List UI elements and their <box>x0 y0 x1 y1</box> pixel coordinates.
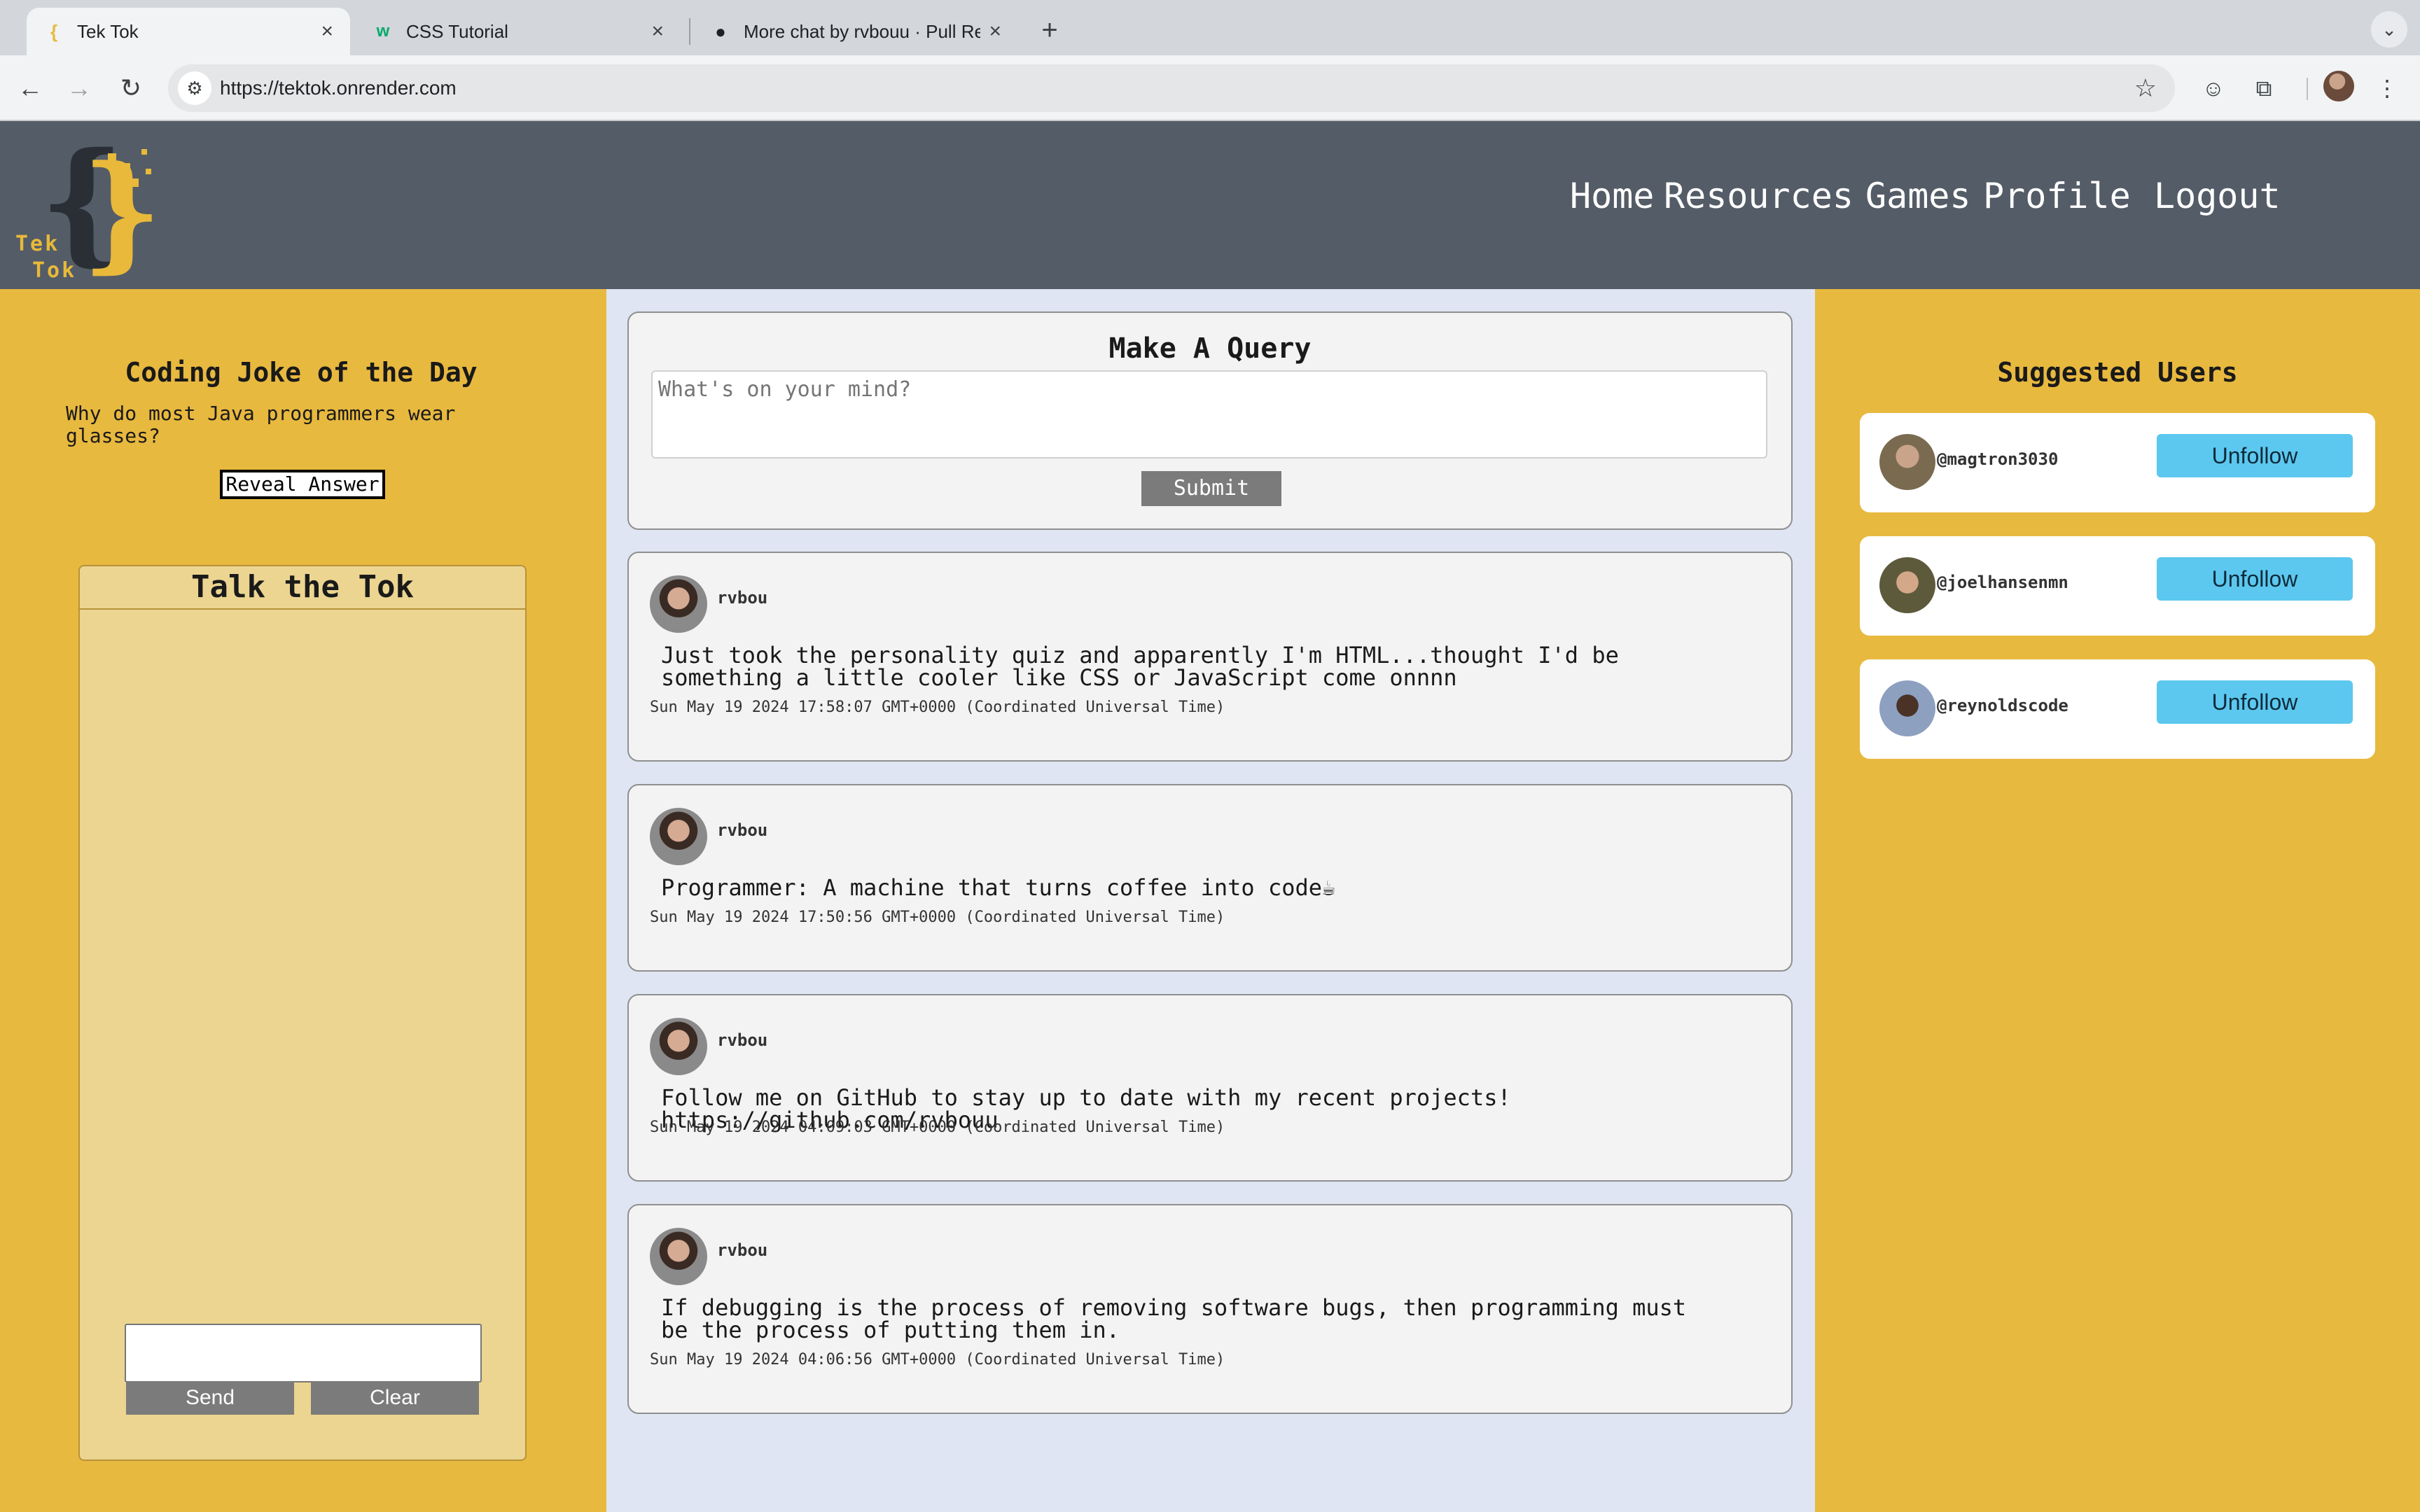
suggested-users-title: Suggested Users <box>1997 357 2238 388</box>
post-text: Programmer: A machine that turns coffee … <box>661 874 1336 901</box>
close-tab-icon[interactable]: × <box>989 20 1001 43</box>
joke-question: Why do most Java programmers wear glasse… <box>66 402 456 447</box>
toolbar-divider <box>2307 78 2308 100</box>
unfollow-button[interactable]: Unfollow <box>2157 680 2353 724</box>
forward-arrow-icon[interactable]: → <box>62 71 97 106</box>
post-timestamp: Sun May 19 2024 17:50:56 GMT+0000 (Coord… <box>650 909 1225 926</box>
post-card: rvbou Programmer: A machine that turns c… <box>627 784 1793 972</box>
logo-dot <box>130 178 139 187</box>
curly-brace-favicon-icon: { <box>50 20 58 42</box>
submit-button[interactable]: Submit <box>1141 471 1281 506</box>
new-tab-icon[interactable]: + <box>1032 13 1067 48</box>
user-avatar[interactable] <box>1879 557 1935 613</box>
tab-css-tutorial[interactable]: w CSS Tutorial × <box>356 8 681 55</box>
close-tab-icon[interactable]: × <box>651 20 664 43</box>
reload-icon[interactable]: ↻ <box>113 71 148 106</box>
user-avatar[interactable] <box>1879 434 1935 490</box>
send-button[interactable]: Send <box>126 1381 294 1415</box>
user-handle[interactable]: @joelhansenmn <box>1937 573 2068 592</box>
extension-cat-icon[interactable]: ☺ <box>2195 69 2232 107</box>
nav-logout[interactable]: Logout <box>2154 176 2281 216</box>
logo-dot <box>122 163 130 172</box>
tab-title: CSS Tutorial <box>406 20 508 42</box>
user-avatar[interactable] <box>650 1228 707 1285</box>
post-card: rvbou Follow me on GitHub to stay up to … <box>627 994 1793 1182</box>
clear-button[interactable]: Clear <box>311 1381 479 1415</box>
post-username[interactable]: rvbou <box>717 1030 767 1050</box>
post-username[interactable]: rvbou <box>717 820 767 840</box>
query-card: Make A Query What's on your mind? Submit <box>627 312 1793 530</box>
tab-title: Tek Tok <box>77 20 139 42</box>
post-username[interactable]: rvbou <box>717 1240 767 1260</box>
post-text: If debugging is the process of removing … <box>661 1294 1687 1343</box>
bookmark-star-icon[interactable]: ☆ <box>2134 64 2157 112</box>
chat-message-input[interactable] <box>125 1324 482 1382</box>
post-username[interactable]: rvbou <box>717 588 767 608</box>
tab-separator <box>689 18 690 45</box>
extensions-puzzle-icon[interactable]: ⧉ <box>2245 69 2283 107</box>
close-tab-icon[interactable]: × <box>321 20 333 43</box>
tab-title: More chat by rvbouu · Pull Re <box>744 20 981 42</box>
user-avatar[interactable] <box>650 808 707 865</box>
tab-tek-tok[interactable]: { Tek Tok × <box>27 8 350 55</box>
post-text: Just took the personality quiz and appar… <box>661 642 1619 691</box>
suggested-user-card: @magtron3030 Unfollow <box>1860 413 2375 512</box>
post-card: rvbou Just took the personality quiz and… <box>627 552 1793 762</box>
suggested-user-card: @joelhansenmn Unfollow <box>1860 536 2375 636</box>
post-timestamp: Sun May 19 2024 04:06:56 GMT+0000 (Coord… <box>650 1351 1225 1368</box>
w3schools-favicon-icon: w <box>376 22 390 41</box>
left-sidebar: Coding Joke of the Day Why do most Java … <box>0 289 606 1512</box>
user-handle[interactable]: @reynoldscode <box>1937 696 2068 715</box>
chat-panel: Talk the Tok <box>78 565 527 1461</box>
chat-title: Talk the Tok <box>80 566 525 610</box>
nav-resources[interactable]: Resources <box>1664 176 1854 216</box>
url-text[interactable]: https://tektok.onrender.com <box>220 64 457 112</box>
user-avatar[interactable] <box>650 1018 707 1075</box>
logo-dot <box>108 153 116 162</box>
logo-text-tek: Tek <box>15 232 60 256</box>
joke-title: Coding Joke of the Day <box>125 357 478 388</box>
unfollow-button[interactable]: Unfollow <box>2157 434 2353 477</box>
address-bar[interactable]: ⚙ https://tektok.onrender.com ☆ <box>168 64 2175 112</box>
site-header: { } Tek Tok Home Resources Games Profile… <box>0 121 2420 289</box>
tek-tok-logo[interactable]: { } Tek Tok <box>11 134 162 284</box>
browser-toolbar: ← → ↻ ⚙ https://tektok.onrender.com ☆ ☺ … <box>0 55 2420 121</box>
github-favicon-icon: ● <box>715 20 726 42</box>
tab-search-chevron-icon[interactable]: ⌄ <box>2371 11 2407 48</box>
profile-avatar-icon[interactable] <box>2323 71 2354 102</box>
reveal-answer-button[interactable]: Reveal Answer <box>220 470 385 499</box>
user-avatar[interactable] <box>650 575 707 633</box>
more-menu-icon[interactable]: ⋮ <box>2368 69 2406 107</box>
nav-profile[interactable]: Profile <box>1983 176 2131 216</box>
tab-github-pull-request[interactable]: ● More chat by rvbouu · Pull Re × <box>693 8 1018 55</box>
nav-home[interactable]: Home <box>1570 176 1654 216</box>
logo-dot <box>141 149 147 155</box>
query-title: Make A Query <box>1108 332 1312 365</box>
unfollow-button[interactable]: Unfollow <box>2157 557 2353 601</box>
logo-text-tok: Tok <box>32 258 77 283</box>
logo-dot <box>146 169 151 174</box>
user-avatar[interactable] <box>1879 680 1935 736</box>
post-card: rvbou If debugging is the process of rem… <box>627 1204 1793 1414</box>
post-timestamp: Sun May 19 2024 17:58:07 GMT+0000 (Coord… <box>650 699 1225 716</box>
suggested-user-card: @reynoldscode Unfollow <box>1860 659 2375 759</box>
site-settings-icon[interactable]: ⚙ <box>178 71 211 105</box>
user-handle[interactable]: @magtron3030 <box>1937 449 2058 469</box>
nav-games[interactable]: Games <box>1865 176 1971 216</box>
browser-tab-strip: { Tek Tok × w CSS Tutorial × ● More chat… <box>0 0 2420 55</box>
query-textarea[interactable]: What's on your mind? <box>651 370 1767 458</box>
post-timestamp: Sun May 19 2024 04:09:03 GMT+0000 (Coord… <box>650 1119 1225 1136</box>
back-arrow-icon[interactable]: ← <box>13 71 48 106</box>
